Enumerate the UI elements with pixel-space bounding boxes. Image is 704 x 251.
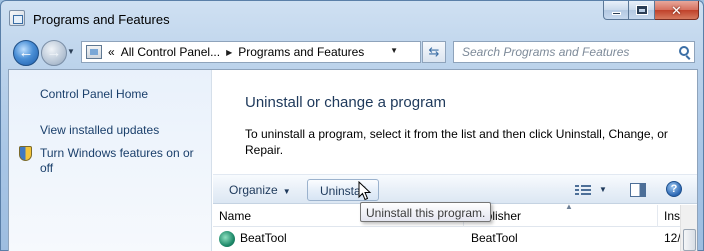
- back-arrow-icon: ←: [18, 44, 34, 61]
- main-pane: Uninstall or change a program To uninsta…: [213, 70, 697, 251]
- column-divider[interactable]: [657, 205, 658, 227]
- breadcrumb-all-control-panel[interactable]: All Control Panel...: [121, 45, 226, 59]
- navigation-bar: ← → ▼ « All Control Panel... ▶ Programs …: [1, 37, 704, 67]
- address-overflow[interactable]: «: [102, 45, 121, 59]
- views-dropdown-icon[interactable]: ▼: [599, 185, 607, 194]
- window-frame: Programs and Features ✕ ← → ▼ « All Cont…: [0, 0, 704, 251]
- title-bar[interactable]: Programs and Features ✕: [1, 1, 704, 37]
- control-panel-home-link[interactable]: Control Panel Home: [40, 87, 148, 102]
- refresh-button[interactable]: ⇆: [422, 41, 446, 63]
- window-title: Programs and Features: [33, 12, 170, 27]
- view-installed-updates-link[interactable]: View installed updates: [40, 123, 159, 138]
- beattool-app-icon: [219, 231, 235, 247]
- table-row[interactable]: BeatTool BeatTool 12/: [213, 228, 697, 250]
- recent-pages-dropdown[interactable]: ▼: [67, 47, 77, 57]
- vertical-scrollbar[interactable]: [680, 205, 697, 251]
- uninstall-tooltip: Uninstall this program.: [360, 202, 492, 222]
- search-input[interactable]: Search Programs and Features: [453, 41, 695, 63]
- scrollbar-thumb[interactable]: [683, 229, 696, 251]
- back-button[interactable]: ←: [13, 40, 39, 66]
- close-button[interactable]: ✕: [655, 1, 699, 20]
- chevron-down-icon: ▼: [282, 187, 291, 196]
- row-publisher: BeatTool: [471, 231, 518, 245]
- row-name: BeatTool: [240, 231, 287, 245]
- help-icon[interactable]: ?: [666, 181, 682, 197]
- sort-arrow-icon: ▲: [565, 202, 573, 211]
- minimize-button[interactable]: [603, 1, 629, 20]
- preview-pane-icon[interactable]: [630, 183, 646, 197]
- turn-windows-features-link[interactable]: Turn Windows features on or off: [40, 146, 208, 176]
- page-title: Uninstall or change a program: [245, 94, 446, 111]
- row-installed-on: 12/: [664, 231, 681, 245]
- search-icon[interactable]: [679, 46, 689, 56]
- control-panel-icon: [86, 45, 102, 59]
- maximize-button[interactable]: [629, 1, 655, 20]
- mouse-cursor-icon: [358, 181, 372, 201]
- content-area: Control Panel Home View installed update…: [8, 69, 698, 251]
- refresh-icon: ⇆: [428, 44, 440, 59]
- column-installed-on[interactable]: Ins: [664, 209, 680, 223]
- task-pane: Control Panel Home View installed update…: [9, 70, 212, 251]
- caption-buttons: ✕: [603, 1, 699, 21]
- minimize-icon: [611, 11, 621, 15]
- page-description: To uninstall a program, select it from t…: [245, 127, 668, 157]
- forward-arrow-icon: →: [46, 44, 62, 61]
- address-dropdown-icon[interactable]: ▼: [390, 46, 398, 55]
- maximize-icon: [636, 6, 647, 14]
- organize-label: Organize: [229, 183, 278, 197]
- search-placeholder: Search Programs and Features: [462, 45, 630, 59]
- close-icon: ✕: [671, 2, 682, 18]
- shield-icon: [19, 146, 32, 161]
- breadcrumb-programs-and-features[interactable]: Programs and Features: [232, 45, 370, 59]
- chevron-down-icon: ▼: [67, 47, 75, 56]
- control-panel-icon: [9, 10, 25, 26]
- column-name[interactable]: Name: [219, 209, 251, 223]
- views-icon[interactable]: [575, 185, 591, 196]
- command-bar: Organize ▼ Uninstall ▼ ?: [213, 174, 697, 204]
- address-bar[interactable]: « All Control Panel... ▶ Programs and Fe…: [81, 41, 421, 63]
- forward-button[interactable]: →: [41, 40, 67, 66]
- organize-button[interactable]: Organize ▼: [229, 183, 291, 197]
